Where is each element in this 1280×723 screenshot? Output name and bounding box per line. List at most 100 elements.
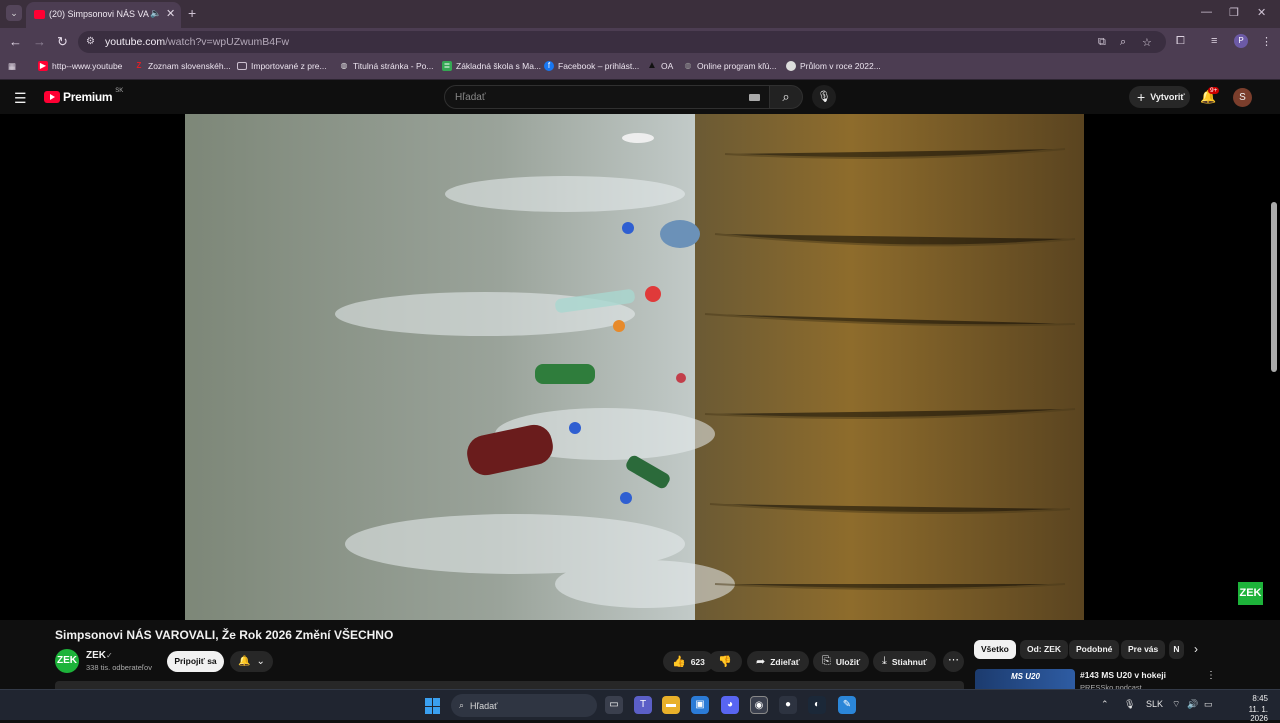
discord-icon[interactable]: ◕ xyxy=(721,696,739,714)
bookmark-7[interactable]: ▲ OA xyxy=(647,61,673,72)
bookmark-1[interactable]: ▶ http--www.youtube xyxy=(38,61,122,71)
browser-toolbar: ← → ↻ ⚙ youtube.com/watch?v=wpUZwumB4Fw … xyxy=(0,28,1280,56)
bookmark-star-icon[interactable]: ☆ xyxy=(1142,36,1152,49)
globe-icon: ◍ xyxy=(340,61,348,70)
extensions-icon[interactable]: ⧠ xyxy=(1176,35,1185,48)
search-input[interactable]: Hľadať xyxy=(444,85,770,109)
chip-all[interactable]: Všetko xyxy=(974,640,1016,659)
save-button[interactable]: ⎘ Uložiť xyxy=(813,651,870,672)
globe-icon: ◍ xyxy=(684,61,692,70)
windows-taskbar: ⌕ Hľadať ▭ T ▬ ▣ ◕ ◉ ● ◐ ✎ ⌃ 🎙 SLK ⌔ 🔊 ▭ … xyxy=(0,689,1280,723)
page-scrollbar[interactable] xyxy=(1271,202,1277,372)
share-icon: ➦ xyxy=(756,656,766,668)
install-app-icon[interactable]: ⧉ xyxy=(1098,36,1106,49)
microphone-icon[interactable]: 🎙 xyxy=(1124,699,1135,710)
chrome-icon[interactable]: ◉ xyxy=(750,696,768,714)
z-icon: Z xyxy=(136,61,142,70)
chevron-down-icon: ⌄ xyxy=(256,656,265,667)
reload-icon[interactable]: ↻ xyxy=(57,34,68,50)
channel-watermark[interactable]: ZEK xyxy=(1238,582,1263,605)
youtube-icon: ▶ xyxy=(38,61,48,71)
recommendation-thumbnail[interactable]: MS U20 xyxy=(975,669,1075,689)
keyboard-icon[interactable] xyxy=(749,94,760,101)
chip-more[interactable]: N xyxy=(1169,640,1184,659)
youtube-logo[interactable]: Premium SK xyxy=(44,88,123,104)
github-icon[interactable]: ● xyxy=(779,696,797,714)
tray-chevron-icon[interactable]: ⌃ xyxy=(1101,699,1109,710)
chevron-right-icon[interactable]: › xyxy=(1194,642,1198,656)
recommendation-title[interactable]: #143 MS U20 v hokeji xyxy=(1080,670,1166,680)
speaker-icon[interactable]: 🔈 xyxy=(150,8,161,19)
circle-icon xyxy=(786,61,796,71)
address-bar[interactable]: ⚙ youtube.com/watch?v=wpUZwumB4Fw ⧉ ⌕ ☆ xyxy=(78,31,1166,53)
video-player[interactable] xyxy=(0,114,1280,620)
apps-grid-icon[interactable]: ▦ xyxy=(8,61,16,72)
taskbar-search[interactable]: ⌕ Hľadať xyxy=(451,694,597,717)
account-avatar[interactable]: S xyxy=(1233,88,1252,107)
verified-icon: ✓ xyxy=(106,651,113,660)
bookmark-3[interactable]: Importované z pre... xyxy=(237,61,327,71)
bookmark-2[interactable]: Z Zoznam slovenskéh... xyxy=(134,61,231,71)
subscribe-button[interactable]: Pripojiť sa xyxy=(167,651,224,672)
profile-avatar[interactable]: P xyxy=(1234,34,1248,48)
bell-icon: 🔔 xyxy=(238,656,251,667)
download-button[interactable]: ⤓ Stiahnuť xyxy=(873,651,937,672)
notification-settings-button[interactable]: 🔔 ⌄ xyxy=(230,651,273,672)
teams-icon[interactable]: T xyxy=(634,696,652,714)
kebab-menu-icon[interactable]: ⋮ xyxy=(1206,670,1216,681)
bookmark-6[interactable]: f Facebook – prihlást... xyxy=(544,61,639,71)
hamburger-menu-icon[interactable]: ☰ xyxy=(14,90,27,107)
restore-icon[interactable]: ❐ xyxy=(1229,6,1239,19)
bookmark-8[interactable]: ◍ Online program kľú... xyxy=(683,61,777,71)
channel-avatar[interactable]: ZEK xyxy=(55,649,79,673)
zoom-icon[interactable]: ⌕ xyxy=(1120,36,1126,49)
chip-related[interactable]: Podobné xyxy=(1069,640,1120,659)
chip-from-channel[interactable]: Od: ZEK xyxy=(1020,640,1068,659)
browser-tab-strip: ⌄ (20) Simpsonovi NÁS VARO 🔈 ✕ + — ❐ ✕ xyxy=(0,0,1280,28)
youtube-header: ☰ Premium SK Hľadať ⌕ 🎙 + Vytvoriť 🔔 9+ S xyxy=(0,80,1280,114)
battery-icon[interactable]: ▭ xyxy=(1204,699,1213,710)
close-tab-icon[interactable]: ✕ xyxy=(166,7,175,20)
bookmarks-bar: ▦ ▶ http--www.youtube Z Zoznam slovenskéh.… xyxy=(0,56,1280,80)
back-icon[interactable]: ← xyxy=(9,34,22,49)
clock-date[interactable]: 11. 1. 2026 xyxy=(1230,705,1268,723)
bookmark-4[interactable]: ◍ Titulná stránka - Po... xyxy=(339,61,434,71)
voice-search-button[interactable]: 🎙 xyxy=(812,85,836,109)
site-info-icon[interactable]: ⚙ xyxy=(86,36,95,47)
video-still-image xyxy=(185,114,1084,620)
like-button[interactable]: 👍 623 xyxy=(663,651,714,672)
url-text: youtube.com/watch?v=wpUZwumB4Fw xyxy=(105,36,290,48)
language-indicator[interactable]: SLK xyxy=(1146,699,1163,709)
channel-name[interactable]: ZEK xyxy=(86,650,106,661)
windows-start-icon[interactable] xyxy=(425,698,441,714)
bookmark-9[interactable]: Průlom v roce 2022... xyxy=(786,61,881,71)
dislike-button[interactable]: 👎 xyxy=(708,651,742,672)
more-actions-icon[interactable]: ⋯ xyxy=(943,651,964,672)
wifi-icon[interactable]: ⌔ xyxy=(1172,699,1180,710)
chip-for-you[interactable]: Pre vás xyxy=(1121,640,1166,659)
menu-dots-icon[interactable]: ⋮ xyxy=(1261,35,1272,48)
video-frame[interactable] xyxy=(185,114,1084,620)
task-view-icon[interactable]: ▭ xyxy=(605,696,623,714)
forward-icon[interactable]: → xyxy=(33,34,46,49)
create-button[interactable]: + Vytvoriť xyxy=(1129,86,1190,108)
minimize-icon[interactable]: — xyxy=(1201,6,1212,18)
volume-icon[interactable]: 🔊 xyxy=(1187,699,1198,710)
bookmark-5[interactable]: ≣ Základná škola s Ma... xyxy=(442,61,541,71)
file-explorer-icon[interactable]: ▬ xyxy=(662,696,680,714)
tab-search-button[interactable]: ⌄ xyxy=(6,5,22,21)
new-tab-icon[interactable]: + xyxy=(188,5,196,21)
active-tab[interactable]: (20) Simpsonovi NÁS VARO 🔈 ✕ xyxy=(26,2,181,28)
steam-icon[interactable]: ◐ xyxy=(808,696,826,714)
share-button[interactable]: ➦ Zdieľať xyxy=(747,651,809,672)
store-icon[interactable]: ▣ xyxy=(691,696,709,714)
clock-time[interactable]: 8:45 xyxy=(1246,694,1268,703)
search-icon: ⌕ xyxy=(459,700,465,710)
reading-list-icon[interactable]: ≡ xyxy=(1211,35,1217,47)
thumbs-down-icon: 👎 xyxy=(718,656,732,668)
sheet-icon: ≣ xyxy=(442,61,452,71)
search-button[interactable]: ⌕ xyxy=(769,85,803,109)
close-window-icon[interactable]: ✕ xyxy=(1257,6,1266,19)
description-box[interactable] xyxy=(55,681,964,689)
app-icon[interactable]: ✎ xyxy=(838,696,856,714)
